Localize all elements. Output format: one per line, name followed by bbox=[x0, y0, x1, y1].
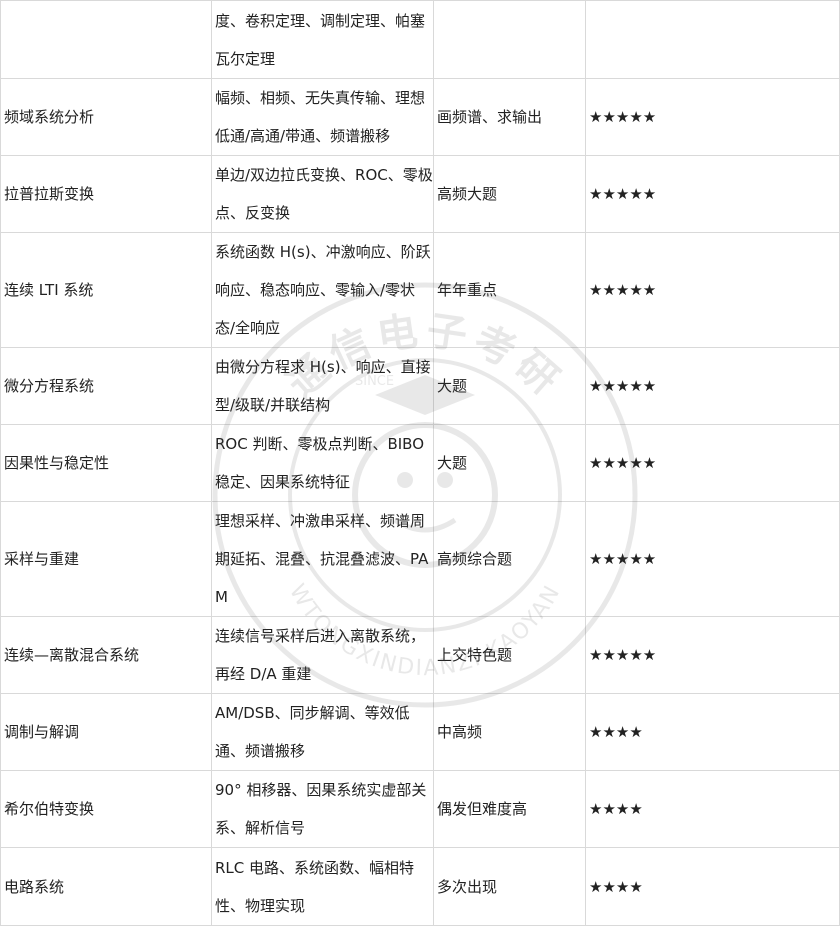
stars-cell: ★★★★★ bbox=[585, 616, 840, 694]
note-cell: 多次出现 bbox=[433, 847, 586, 926]
content-cell: 幅频、相频、无失真传输、理想低通/高通/带通、频谱搬移 bbox=[211, 78, 434, 156]
topic-cell: 拉普拉斯变换 bbox=[0, 155, 212, 233]
stars-cell: ★★★★★ bbox=[585, 347, 840, 425]
table-row: 连续—离散混合系统 连续信号采样后进入离散系统，再经 D/A 重建 上交特色题 ★★★… bbox=[0, 616, 840, 694]
stars-cell: ★★★★★ bbox=[585, 424, 840, 502]
note-cell: 画频谱、求输出 bbox=[433, 78, 586, 156]
topic-cell: 因果性与稳定性 bbox=[0, 424, 212, 502]
topic-cell: 连续—离散混合系统 bbox=[0, 616, 212, 694]
topic-cell: 采样与重建 bbox=[0, 501, 212, 617]
note-cell: 大题 bbox=[433, 424, 586, 502]
topic-cell: 调制与解调 bbox=[0, 693, 212, 771]
content-cell: AM/DSB、同步解调、等效低通、频谱搬移 bbox=[211, 693, 434, 771]
stars-cell: ★★★★ bbox=[585, 693, 840, 771]
note-cell: 高频综合题 bbox=[433, 501, 586, 617]
table-row: 度、卷积定理、调制定理、帕塞瓦尔定理 bbox=[0, 0, 840, 79]
note-cell: 大题 bbox=[433, 347, 586, 425]
note-cell bbox=[433, 0, 586, 79]
stars-cell bbox=[585, 0, 840, 79]
note-cell: 中高频 bbox=[433, 693, 586, 771]
content-cell: RLC 电路、系统函数、幅相特性、物理实现 bbox=[211, 847, 434, 926]
stars-cell: ★★★★ bbox=[585, 847, 840, 926]
table-row: 调制与解调 AM/DSB、同步解调、等效低通、频谱搬移 中高频 ★★★★ bbox=[0, 693, 840, 771]
table-row: 采样与重建 理想采样、冲激串采样、频谱周期延拓、混叠、抗混叠滤波、PAM 高频综合题… bbox=[0, 501, 840, 617]
topic-cell: 微分方程系统 bbox=[0, 347, 212, 425]
table-row: 拉普拉斯变换 单边/双边拉氏变换、ROC、零极点、反变换 高频大题 ★★★★★ bbox=[0, 155, 840, 233]
table-row: 微分方程系统 由微分方程求 H(s)、响应、直接型/级联/并联结构 大题 ★★★★★ bbox=[0, 347, 840, 425]
content-cell: 系统函数 H(s)、冲激响应、阶跃响应、稳态响应、零输入/零状态/全响应 bbox=[211, 232, 434, 348]
stars-cell: ★★★★★ bbox=[585, 232, 840, 348]
table-body: 度、卷积定理、调制定理、帕塞瓦尔定理 频域系统分析 幅频、相频、无失真传输、理想低通… bbox=[0, 0, 840, 926]
content-cell: 连续信号采样后进入离散系统，再经 D/A 重建 bbox=[211, 616, 434, 694]
topic-cell: 频域系统分析 bbox=[0, 78, 212, 156]
topic-cell: 希尔伯特变换 bbox=[0, 770, 212, 848]
stars-cell: ★★★★★ bbox=[585, 501, 840, 617]
topic-cell bbox=[0, 0, 212, 79]
content-cell: ROC 判断、零极点判断、BIBO 稳定、因果系统特征 bbox=[211, 424, 434, 502]
content-cell: 理想采样、冲激串采样、频谱周期延拓、混叠、抗混叠滤波、PAM bbox=[211, 501, 434, 617]
stars-cell: ★★★★★ bbox=[585, 78, 840, 156]
table-row: 连续 LTI 系统 系统函数 H(s)、冲激响应、阶跃响应、稳态响应、零输入/零状… bbox=[0, 232, 840, 348]
content-cell: 90° 相移器、因果系统实虚部关系、解析信号 bbox=[211, 770, 434, 848]
topic-cell: 电路系统 bbox=[0, 847, 212, 926]
note-cell: 偶发但难度高 bbox=[433, 770, 586, 848]
table-row: 希尔伯特变换 90° 相移器、因果系统实虚部关系、解析信号 偶发但难度高 ★★★★ bbox=[0, 770, 840, 848]
table-row: 电路系统 RLC 电路、系统函数、幅相特性、物理实现 多次出现 ★★★★ bbox=[0, 847, 840, 926]
note-cell: 高频大题 bbox=[433, 155, 586, 233]
study-outline-table: 度、卷积定理、调制定理、帕塞瓦尔定理 频域系统分析 幅频、相频、无失真传输、理想低通… bbox=[0, 0, 840, 926]
stars-cell: ★★★★ bbox=[585, 770, 840, 848]
note-cell: 年年重点 bbox=[433, 232, 586, 348]
table-row: 频域系统分析 幅频、相频、无失真传输、理想低通/高通/带通、频谱搬移 画频谱、求输出… bbox=[0, 78, 840, 156]
table-row: 因果性与稳定性 ROC 判断、零极点判断、BIBO 稳定、因果系统特征 大题 ★★★★… bbox=[0, 424, 840, 502]
topic-cell: 连续 LTI 系统 bbox=[0, 232, 212, 348]
content-cell: 度、卷积定理、调制定理、帕塞瓦尔定理 bbox=[211, 0, 434, 79]
content-cell: 单边/双边拉氏变换、ROC、零极点、反变换 bbox=[211, 155, 434, 233]
note-cell: 上交特色题 bbox=[433, 616, 586, 694]
stars-cell: ★★★★★ bbox=[585, 155, 840, 233]
content-cell: 由微分方程求 H(s)、响应、直接型/级联/并联结构 bbox=[211, 347, 434, 425]
